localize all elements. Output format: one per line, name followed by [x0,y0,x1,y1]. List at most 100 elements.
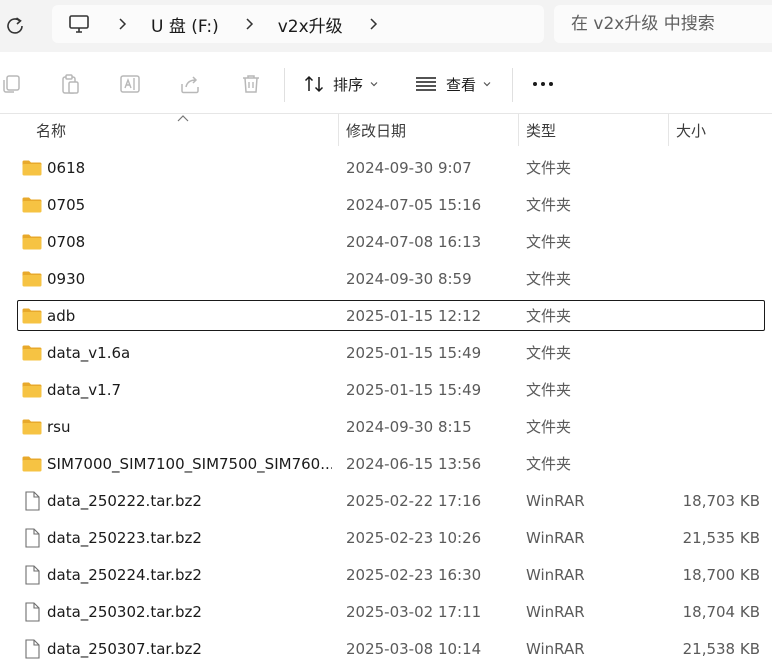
file-type: WinRAR [526,566,585,584]
search-input[interactable] [571,14,761,34]
file-size: 18,700 KB [682,566,760,584]
file-row[interactable]: 0705 2024-07-05 15:16 文件夹 [0,188,772,225]
breadcrumb[interactable]: U 盘 (F:) v2x升级 [52,5,544,43]
toolbar-divider [284,68,285,102]
sort-label: 排序 [333,75,364,94]
file-list: 0618 2024-09-30 9:07 文件夹 0705 2024-07-05 15:… [0,151,772,663]
file-date: 2025-03-02 17:11 [346,603,482,621]
folder-icon [22,271,42,287]
command-bar: 排序 查看 [0,52,772,114]
column-header-date[interactable]: 修改日期 [338,114,518,146]
file-name[interactable]: data_250224.tar.bz2 [47,558,332,593]
file-row[interactable]: 0930 2024-09-30 8:59 文件夹 [0,262,772,299]
breadcrumb-item-folder[interactable]: v2x升级 [278,12,343,37]
file-type: 文件夹 [526,159,572,177]
this-pc-icon[interactable] [66,11,92,37]
file-icon [25,491,40,511]
view-list-icon [416,77,436,91]
rename-icon[interactable] [118,72,142,96]
file-date: 2024-07-05 15:16 [346,196,482,214]
folder-icon [22,197,42,213]
file-type: WinRAR [526,640,585,658]
file-type: 文件夹 [526,344,572,362]
folder-icon [22,419,42,435]
file-name[interactable]: 0930 [47,262,332,297]
file-name[interactable]: rsu [47,410,332,445]
file-row[interactable]: data_250307.tar.bz2 2025-03-08 10:14 WinRA… [0,632,772,663]
file-name[interactable]: data_v1.7 [47,373,332,408]
folder-icon [22,382,42,398]
paste-icon[interactable] [58,72,82,96]
file-size: 21,535 KB [682,529,760,547]
file-name[interactable]: data_250302.tar.bz2 [47,595,332,630]
file-name[interactable]: 0708 [47,225,332,260]
file-size: 21,538 KB [682,640,760,658]
file-name[interactable]: SIM7000_SIM7100_SIM7500_SIM760... [47,447,332,482]
file-row[interactable]: SIM7000_SIM7100_SIM7500_SIM760... 2024-06… [0,447,772,484]
file-size: 18,704 KB [682,603,760,621]
sort-button[interactable]: 排序 [303,69,379,99]
file-type: 文件夹 [526,307,572,325]
chevron-right-icon[interactable] [116,17,130,31]
file-date: 2025-01-15 12:12 [346,307,482,325]
file-row[interactable]: data_v1.7 2025-01-15 15:49 文件夹 [0,373,772,410]
chevron-down-icon [370,82,378,87]
file-date: 2024-07-08 16:13 [346,233,482,251]
file-row[interactable]: rsu 2024-09-30 8:15 文件夹 [0,410,772,447]
column-header-size[interactable]: 大小 [668,114,772,146]
file-date: 2024-06-15 13:56 [346,455,482,473]
column-headers: 名称 修改日期 类型 大小 [0,114,772,146]
file-name[interactable]: 0618 [47,151,332,186]
chevron-right-icon[interactable] [243,17,257,31]
file-date: 2025-02-22 17:16 [346,492,482,510]
file-row[interactable]: data_v1.6a 2025-01-15 15:49 文件夹 [0,336,772,373]
file-type: 文件夹 [526,381,572,399]
search-box[interactable] [554,5,772,43]
file-size: 18,703 KB [682,492,760,510]
file-type: 文件夹 [526,455,572,473]
file-type: 文件夹 [526,233,572,251]
more-options-icon[interactable] [528,76,558,92]
file-date: 2025-01-15 15:49 [346,344,482,362]
address-bar-row: U 盘 (F:) v2x升级 [0,0,772,52]
share-icon[interactable] [178,72,202,96]
breadcrumb-item-drive[interactable]: U 盘 (F:) [151,12,219,37]
file-name[interactable]: adb [47,299,332,334]
file-name[interactable]: data_250223.tar.bz2 [47,521,332,556]
toolbar-divider [512,68,513,102]
delete-icon[interactable] [239,72,263,96]
file-date: 2025-02-23 16:30 [346,566,482,584]
file-row[interactable]: data_250222.tar.bz2 2025-02-22 17:16 WinRA… [0,484,772,521]
file-icon [25,528,40,548]
file-row[interactable]: data_250302.tar.bz2 2025-03-02 17:11 WinRA… [0,595,772,632]
file-type: WinRAR [526,492,585,510]
file-icon [25,639,40,659]
copy-icon[interactable] [0,72,24,96]
column-header-type[interactable]: 类型 [518,114,668,146]
file-row[interactable]: adb 2025-01-15 12:12 文件夹 [0,299,772,336]
view-button[interactable]: 查看 [414,69,492,99]
file-date: 2025-03-08 10:14 [346,640,482,658]
folder-icon [22,234,42,250]
file-type: 文件夹 [526,270,572,288]
file-type: WinRAR [526,529,585,547]
refresh-icon[interactable] [2,13,28,39]
file-row[interactable]: 0618 2024-09-30 9:07 文件夹 [0,151,772,188]
file-icon [25,565,40,585]
file-name[interactable]: 0705 [47,188,332,223]
folder-icon [22,160,42,176]
column-header-name[interactable]: 名称 [28,114,338,146]
file-type: 文件夹 [526,418,572,436]
chevron-right-icon[interactable] [367,17,381,31]
file-row[interactable]: data_250224.tar.bz2 2025-02-23 16:30 WinRA… [0,558,772,595]
file-row[interactable]: data_250223.tar.bz2 2025-02-23 10:26 WinRA… [0,521,772,558]
file-row[interactable]: 0708 2024-07-08 16:13 文件夹 [0,225,772,262]
file-date: 2024-09-30 8:59 [346,270,472,288]
folder-icon [22,456,42,472]
file-date: 2025-02-23 10:26 [346,529,482,547]
file-name[interactable]: data_v1.6a [47,336,332,371]
file-name[interactable]: data_250222.tar.bz2 [47,484,332,519]
file-date: 2024-09-30 9:07 [346,159,472,177]
file-name[interactable]: data_250307.tar.bz2 [47,632,332,663]
chevron-down-icon [483,82,491,87]
